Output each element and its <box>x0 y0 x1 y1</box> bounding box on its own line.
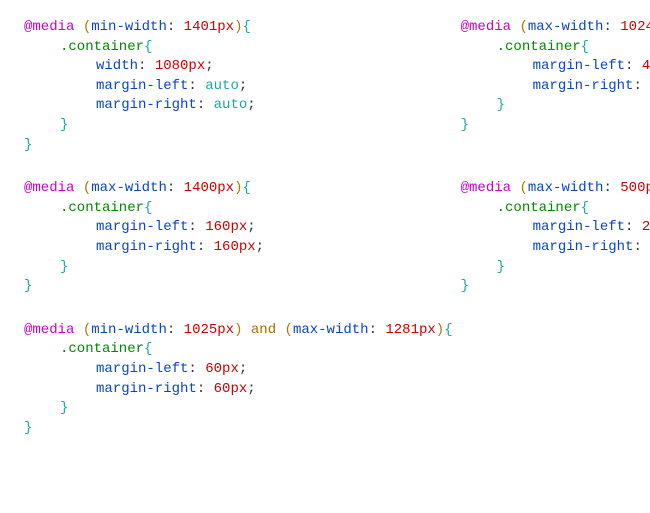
at-rule: @media <box>24 180 74 196</box>
value: 1080px <box>155 58 205 74</box>
and-keyword: and <box>251 322 276 338</box>
value: 60px <box>214 381 248 397</box>
brace-open: { <box>144 39 152 55</box>
code-line: .container{ <box>24 38 453 58</box>
code-line: margin-left: 160px; <box>24 218 453 238</box>
prop: margin-right <box>96 97 197 113</box>
prop: margin-right <box>96 381 197 397</box>
value: 60px <box>205 361 239 377</box>
code-line: margin-right: 60px; <box>24 380 453 400</box>
value: 160px <box>214 239 256 255</box>
code-line: .container{ <box>24 340 453 360</box>
selector: .container <box>60 39 144 55</box>
value: 1401px <box>184 19 234 35</box>
code-line: @media (max-width: 1400px){ <box>24 179 453 199</box>
selector: .container <box>497 39 581 55</box>
code-line: } <box>24 116 453 136</box>
paren-open: ( <box>83 19 91 35</box>
code-line: margin-right: auto; <box>24 96 453 116</box>
brace-open: { <box>243 19 251 35</box>
value: 1024px <box>620 19 650 35</box>
code-line: @media (min-width: 1401px){ <box>24 18 453 38</box>
code-line: margin-left: 20px; <box>461 218 650 238</box>
code-line: width: 1080px; <box>24 57 453 77</box>
brace-close: } <box>60 117 68 133</box>
code-line: @media (min-width: 1025px) and (max-widt… <box>24 321 453 341</box>
at-rule: @media <box>461 19 511 35</box>
prop: width <box>96 58 138 74</box>
code-line: } <box>24 399 453 419</box>
media-feature: max-width <box>528 180 604 196</box>
value: 1281px <box>385 322 435 338</box>
code-line: margin-right: 20px; <box>461 238 650 258</box>
code-line: } <box>461 258 650 278</box>
code-line: margin-left: 60px; <box>24 360 453 380</box>
media-feature: min-width <box>91 19 167 35</box>
prop: margin-left <box>96 219 188 235</box>
value: 20px <box>642 219 650 235</box>
code-line: @media (max-width: 1024px){ <box>461 18 650 38</box>
at-rule: @media <box>461 180 511 196</box>
media-feature: min-width <box>91 322 167 338</box>
value: 1400px <box>184 180 234 196</box>
prop: margin-left <box>533 58 625 74</box>
media-feature: max-width <box>528 19 604 35</box>
value: 1025px <box>184 322 234 338</box>
code-line: .container{ <box>461 199 650 219</box>
code-line: margin-left: 40px; <box>461 57 650 77</box>
media-feature: max-width <box>91 180 167 196</box>
code-line: } <box>24 258 453 278</box>
media-block-5: @media (min-width: 1025px) and (max-widt… <box>24 321 453 439</box>
prop: margin-left <box>533 219 625 235</box>
selector: .container <box>60 200 144 216</box>
code-line: } <box>461 96 650 116</box>
code-line: } <box>461 277 650 297</box>
media-block-1: @media (min-width: 1401px){ .container{ … <box>24 18 453 155</box>
code-line: } <box>24 136 453 156</box>
colon: : <box>167 19 175 35</box>
prop: margin-left <box>96 361 188 377</box>
prop: margin-right <box>533 78 634 94</box>
selector: .container <box>497 200 581 216</box>
at-rule: @media <box>24 19 74 35</box>
value: auto <box>205 78 239 94</box>
code-line: margin-left: auto; <box>24 77 453 97</box>
media-feature: max-width <box>293 322 369 338</box>
code-line: .container{ <box>24 199 453 219</box>
selector: .container <box>60 341 144 357</box>
prop: margin-right <box>96 239 197 255</box>
paren-close: ) <box>234 19 242 35</box>
code-grid: @media (min-width: 1401px){ .container{ … <box>24 18 626 438</box>
media-block-3: @media (max-width: 1400px){ .container{ … <box>24 179 453 297</box>
code-line: .container{ <box>461 38 650 58</box>
media-block-2: @media (max-width: 1024px){ .container{ … <box>461 18 650 155</box>
brace-close: } <box>24 137 32 153</box>
value: 160px <box>205 219 247 235</box>
prop: margin-right <box>533 239 634 255</box>
code-line: } <box>24 277 453 297</box>
code-line: } <box>461 116 650 136</box>
code-line: margin-right: 40px; <box>461 77 650 97</box>
value: 40px <box>642 58 650 74</box>
code-line: @media (max-width: 500px){ <box>461 179 650 199</box>
media-block-4: @media (max-width: 500px){ .container{ m… <box>461 179 650 297</box>
at-rule: @media <box>24 322 74 338</box>
code-line: } <box>24 419 453 439</box>
code-line: margin-right: 160px; <box>24 238 453 258</box>
prop: margin-left <box>96 78 188 94</box>
value: auto <box>214 97 248 113</box>
value: 500px <box>620 180 650 196</box>
